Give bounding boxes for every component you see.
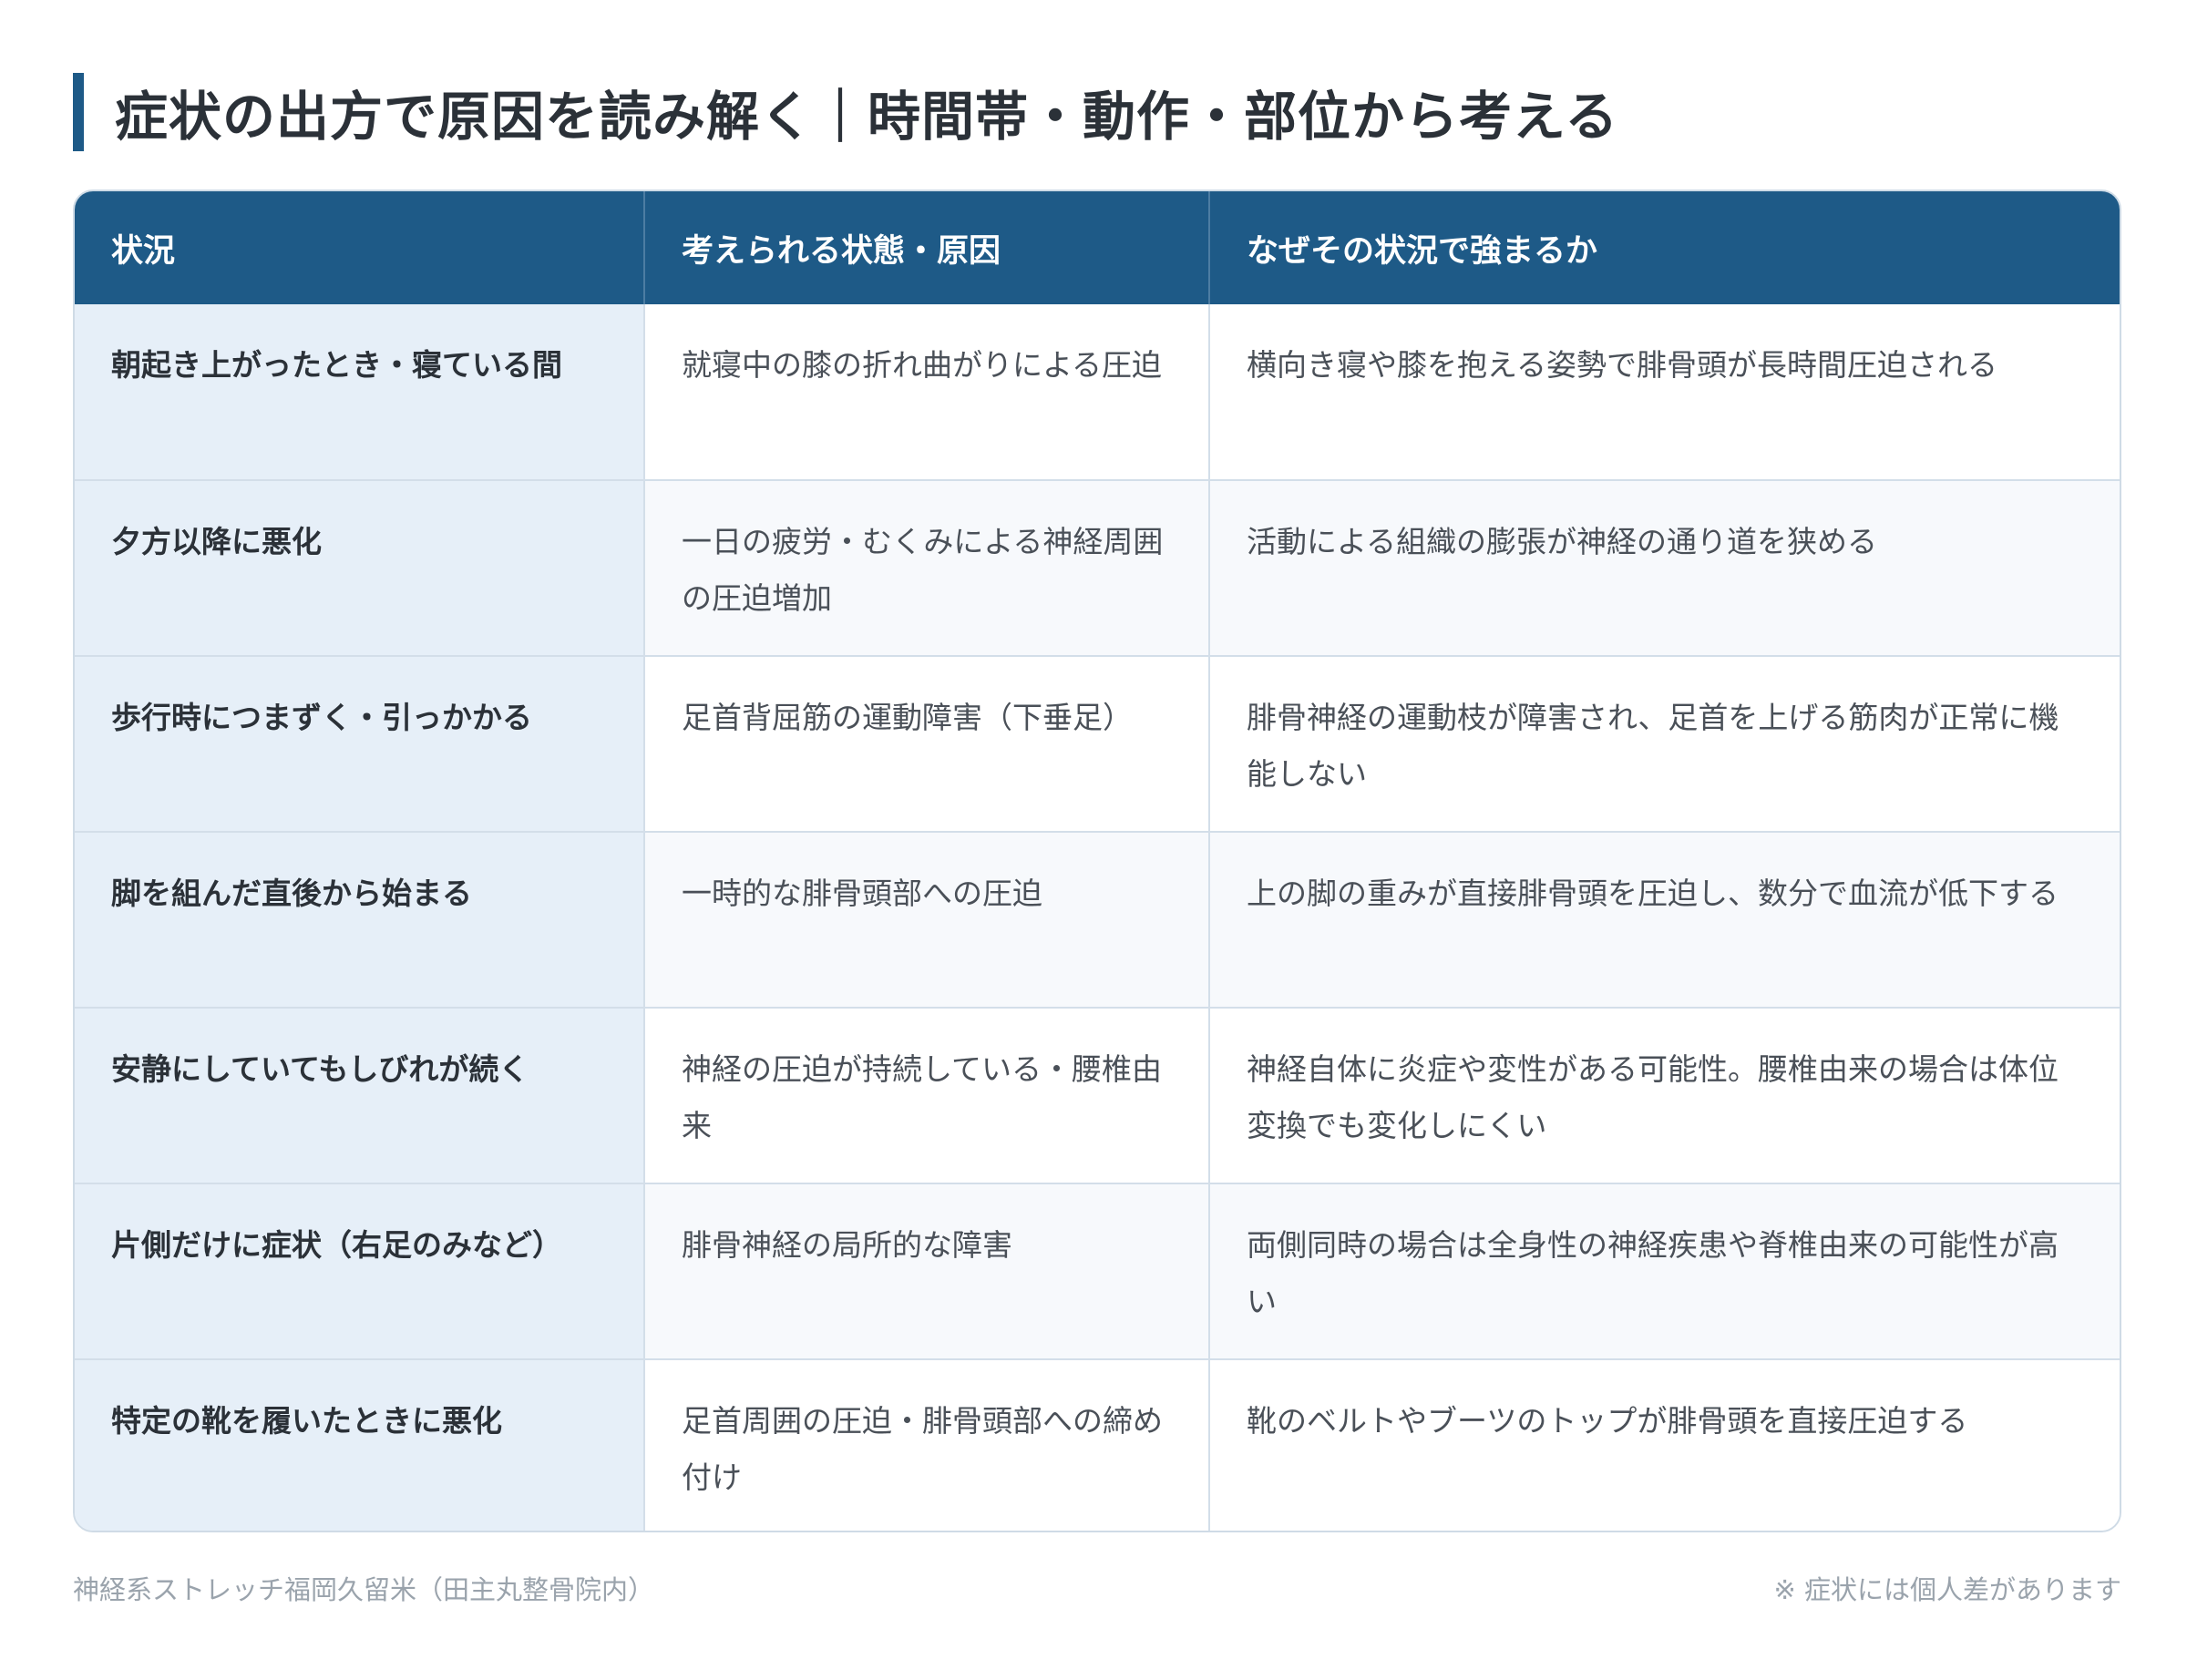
symptom-table-card: 状況 考えられる状態・原因 なぜその状況で強まるか 朝起き上がったとき・寝ている… [73,190,2121,1532]
reason-cell: 腓骨神経の運動枝が障害され、足首を上げる筋肉が正常に機能しない [1209,655,2120,832]
reason-cell: 両側同時の場合は全身性の神経疾患や脊椎由来の可能性が高い [1209,1183,2120,1359]
header-cause: 考えられる状態・原因 [644,191,1210,304]
situation-cell: 脚を組んだ直後から始まる [75,831,645,1008]
symptom-table: 状況 考えられる状態・原因 なぜその状況で強まるか 朝起き上がったとき・寝ている… [75,191,2120,1531]
cause-cell: 一時的な腓骨頭部への圧迫 [644,831,1210,1008]
table-row: 片側だけに症状（右足のみなど） 腓骨神経の局所的な障害 両側同時の場合は全身性の… [75,1183,2120,1359]
header-situation: 状況 [75,191,645,304]
situation-cell: 片側だけに症状（右足のみなど） [75,1183,645,1359]
table-row: 朝起き上がったとき・寝ている間 就寝中の膝の折れ曲がりによる圧迫 横向き寝や膝を… [75,304,2120,480]
table-header-row: 状況 考えられる状態・原因 なぜその状況で強まるか [75,191,2120,304]
table-row: 安静にしていてもしびれが続く 神経の圧迫が持続している・腰椎由来 神経自体に炎症… [75,1007,2120,1183]
reason-cell: 上の脚の重みが直接腓骨頭を圧迫し、数分で血流が低下する [1209,831,2120,1008]
reason-cell: 活動による組織の膨張が神経の通り道を狭める [1209,479,2120,656]
cause-cell: 神経の圧迫が持続している・腰椎由来 [644,1007,1210,1183]
reason-cell: 横向き寝や膝を抱える姿勢で腓骨頭が長時間圧迫される [1209,304,2120,480]
situation-cell: 朝起き上がったとき・寝ている間 [75,304,645,480]
cause-cell: 腓骨神経の局所的な障害 [644,1183,1210,1359]
cause-cell: 足首背屈筋の運動障害（下垂足） [644,655,1210,832]
reason-cell: 神経自体に炎症や変性がある可能性。腰椎由来の場合は体位変換でも変化しにくい [1209,1007,2120,1183]
title-block: 症状の出方で原因を読み解く｜時間帯・動作・部位から考える [73,73,1618,151]
reason-cell: 靴のベルトやブーツのトップが腓骨頭を直接圧迫する [1209,1358,2120,1531]
cause-cell: 就寝中の膝の折れ曲がりによる圧迫 [644,304,1210,480]
table-row: 脚を組んだ直後から始まる 一時的な腓骨頭部への圧迫 上の脚の重みが直接腓骨頭を圧… [75,831,2120,1008]
title-accent-bar [73,73,84,151]
situation-cell: 夕方以降に悪化 [75,479,645,656]
situation-cell: 歩行時につまずく・引っかかる [75,655,645,832]
table-row: 特定の靴を履いたときに悪化 足首周囲の圧迫・腓骨頭部への締め付け 靴のベルトやブ… [75,1358,2120,1531]
header-reason: なぜその状況で強まるか [1247,232,1598,270]
footer-note: ※ 症状には個人差があります [1773,1574,2121,1605]
table-row: 夕方以降に悪化 一日の疲労・むくみによる神経周囲の圧迫増加 活動による組織の膨張… [75,479,2120,656]
situation-cell: 特定の靴を履いたときに悪化 [75,1358,645,1531]
table-row: 歩行時につまずく・引っかかる 足首背屈筋の運動障害（下垂足） 腓骨神経の運動枝が… [75,655,2120,832]
footer-source: 神経系ストレッチ福岡久留米（田主丸整骨院内） [73,1574,655,1605]
situation-cell: 安静にしていてもしびれが続く [75,1007,645,1183]
page-title: 症状の出方で原因を読み解く｜時間帯・動作・部位から考える [115,86,1619,148]
cause-cell: 一日の疲労・むくみによる神経周囲の圧迫増加 [644,479,1210,656]
cause-cell: 足首周囲の圧迫・腓骨頭部への締め付け [644,1358,1210,1531]
